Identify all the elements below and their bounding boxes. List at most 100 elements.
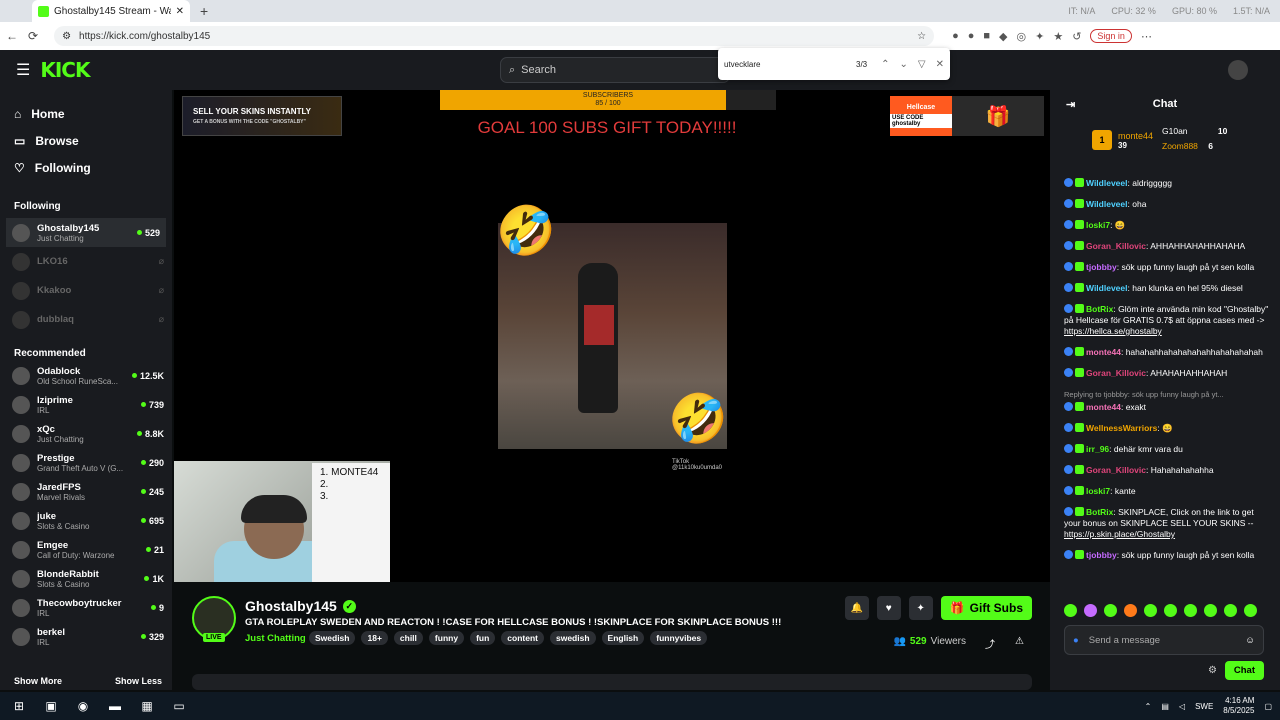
chat-username[interactable]: BotRix	[1086, 304, 1113, 314]
chat-link[interactable]: https://hellca.se/ghostalby	[1064, 326, 1162, 336]
address-bar[interactable]: ⚙ https://kick.com/ghostalby145 ☆	[54, 26, 935, 46]
nav-browse[interactable]: ▭ Browse	[14, 127, 172, 154]
sidebar-channel-iziprime[interactable]: Iziprime IRL 739	[0, 390, 172, 419]
history-icon[interactable]: ↺	[1072, 30, 1081, 43]
emote-icon[interactable]	[1124, 604, 1137, 617]
filter-icon[interactable]: ▽	[918, 59, 926, 70]
show-less-button[interactable]: Show Less	[115, 676, 162, 686]
star-icon[interactable]: ☆	[917, 31, 926, 42]
share-icon[interactable]: ⤴	[985, 636, 995, 651]
back-icon[interactable]: ←	[6, 29, 18, 43]
tag[interactable]: Swedish	[309, 631, 356, 645]
stream-category[interactable]: Just Chatting	[245, 633, 306, 644]
chevron-down-icon[interactable]: ⌄	[900, 59, 908, 70]
notification-icon[interactable]: ▢	[1264, 702, 1272, 711]
kick-logo[interactable]: KICK	[40, 58, 90, 82]
sidebar-channel-blonderabbit[interactable]: BlondeRabbit Slots & Casino 1K	[0, 564, 172, 593]
chat-username[interactable]: Goran_Killovic	[1086, 368, 1146, 378]
chat-username[interactable]: Goran_Killovic	[1086, 241, 1146, 251]
find-input[interactable]: utvecklare	[724, 60, 760, 69]
sparkle-button[interactable]: ✦	[908, 596, 933, 620]
tag[interactable]: funnyvibes	[650, 631, 708, 645]
file-explorer-icon[interactable]: ▬	[106, 697, 124, 715]
emote-icon[interactable]	[1064, 604, 1077, 617]
tag[interactable]: chill	[393, 631, 423, 645]
task-view-icon[interactable]: ▣	[42, 697, 60, 715]
emote-icon[interactable]	[1184, 604, 1197, 617]
chat-username[interactable]: WellnessWarriors	[1086, 423, 1157, 433]
extension-icon[interactable]: ●	[952, 30, 959, 42]
search-input[interactable]: ⌕ Search	[500, 57, 730, 83]
chat-username[interactable]: Wildleveel	[1086, 283, 1128, 293]
tag[interactable]: content	[501, 631, 544, 645]
sign-in-button[interactable]: Sign in	[1090, 29, 1132, 43]
emote-icon[interactable]	[1084, 604, 1097, 617]
collapse-chat-icon[interactable]: ⇥	[1066, 98, 1075, 111]
emoji-picker-icon[interactable]: ☺	[1245, 635, 1255, 646]
emote-icon[interactable]	[1164, 604, 1177, 617]
show-more-button[interactable]: Show More	[14, 676, 62, 686]
reload-icon[interactable]: ⟳	[28, 29, 38, 43]
tray-chevron-icon[interactable]: ⌃	[1145, 702, 1152, 711]
app-icon[interactable]: ▦	[138, 697, 156, 715]
browser-tab[interactable]: Ghostalby145 Stream - Watc ✕	[32, 0, 190, 22]
emote-icon[interactable]	[1144, 604, 1157, 617]
favorites-icon[interactable]: ★	[1053, 30, 1063, 43]
sidebar-channel-emgee[interactable]: Emgee Call of Duty: Warzone 21	[0, 535, 172, 564]
sidebar-channel-lko16[interactable]: LKO16 ⌀	[0, 247, 172, 276]
puzzle-icon[interactable]: ✦	[1035, 30, 1044, 43]
tag[interactable]: 18+	[361, 631, 388, 645]
chat-username[interactable]: Goran_Killovic	[1086, 465, 1146, 475]
chat-username[interactable]: Wildleveel	[1086, 178, 1128, 188]
network-icon[interactable]: ▤	[1161, 702, 1169, 711]
close-icon[interactable]: ✕	[936, 59, 944, 70]
chat-link[interactable]: https://p.skin.place/Ghostalby	[1064, 529, 1175, 539]
extension-icon[interactable]: ◎	[1017, 30, 1027, 43]
sidebar-channel-thecowboytrucker[interactable]: Thecowboytrucker IRL 9	[0, 593, 172, 622]
sidebar-channel-xqc[interactable]: xQc Just Chatting 8.8K	[0, 419, 172, 448]
tag[interactable]: swedish	[549, 631, 596, 645]
more-menu-icon[interactable]: ⋯	[1141, 30, 1152, 43]
close-tab-icon[interactable]: ✕	[176, 6, 184, 17]
chat-username[interactable]: tjobbby	[1086, 262, 1117, 272]
nav-following[interactable]: ♡ Following	[14, 154, 172, 181]
chevron-up-icon[interactable]: ⌃	[881, 59, 889, 70]
chat-username[interactable]: BotRix	[1086, 507, 1113, 517]
emote-icon[interactable]	[1104, 604, 1117, 617]
send-chat-button[interactable]: Chat	[1224, 661, 1264, 680]
chat-input[interactable]: ● Send a message ☺	[1064, 625, 1264, 655]
sidebar-channel-kkakoo[interactable]: Kkakoo ⌀	[0, 276, 172, 305]
extension-icon[interactable]: ■	[983, 30, 990, 42]
report-icon[interactable]: ⚠	[1015, 636, 1024, 651]
windows-start-icon[interactable]: ⊞	[10, 697, 28, 715]
extension-icon[interactable]: ●	[968, 30, 975, 42]
terminal-icon[interactable]: ▭	[170, 697, 188, 715]
sidebar-channel-berkel[interactable]: berkel IRL 329	[0, 622, 172, 651]
site-info-icon[interactable]: ⚙	[62, 31, 71, 42]
tag[interactable]: fun	[470, 631, 496, 645]
emote-icon[interactable]	[1204, 604, 1217, 617]
tag[interactable]: English	[601, 631, 645, 645]
language-indicator[interactable]: SWE	[1195, 702, 1213, 711]
chat-username[interactable]: monte44	[1086, 347, 1121, 357]
shield-icon[interactable]: ◆	[999, 30, 1007, 43]
emote-icon[interactable]	[1244, 604, 1257, 617]
tag[interactable]: funny	[428, 631, 465, 645]
chat-username[interactable]: Wildleveel	[1086, 199, 1128, 209]
sidebar-channel-odablock[interactable]: Odablock Old School RuneSca... 12.5K	[0, 361, 172, 390]
chat-username[interactable]: loski7	[1086, 486, 1110, 496]
chrome-icon[interactable]: ◉	[74, 697, 92, 715]
chat-username[interactable]: loski7	[1086, 220, 1110, 230]
video-player[interactable]: SELL YOUR SKINS INSTANTLY GET A BONUS WI…	[174, 90, 1050, 582]
sidebar-channel-dubblaq[interactable]: dubblaq ⌀	[0, 305, 172, 334]
emote-icon[interactable]	[1224, 604, 1237, 617]
sidebar-channel-prestige[interactable]: Prestige Grand Theft Auto V (G... 290	[0, 448, 172, 477]
chat-settings-icon[interactable]: ⚙	[1208, 665, 1217, 676]
new-tab-icon[interactable]: +	[200, 3, 208, 19]
user-avatar[interactable]	[1228, 60, 1248, 80]
channel-name[interactable]: Ghostalby145	[245, 598, 337, 614]
sidebar-channel-juke[interactable]: juke Slots & Casino 695	[0, 506, 172, 535]
sidebar-channel-ghostalby145[interactable]: Ghostalby145 Just Chatting 529	[6, 218, 166, 247]
clock[interactable]: 4:16 AM 8/5/2025	[1223, 696, 1254, 716]
follow-heart-button[interactable]: ♥	[876, 596, 901, 620]
